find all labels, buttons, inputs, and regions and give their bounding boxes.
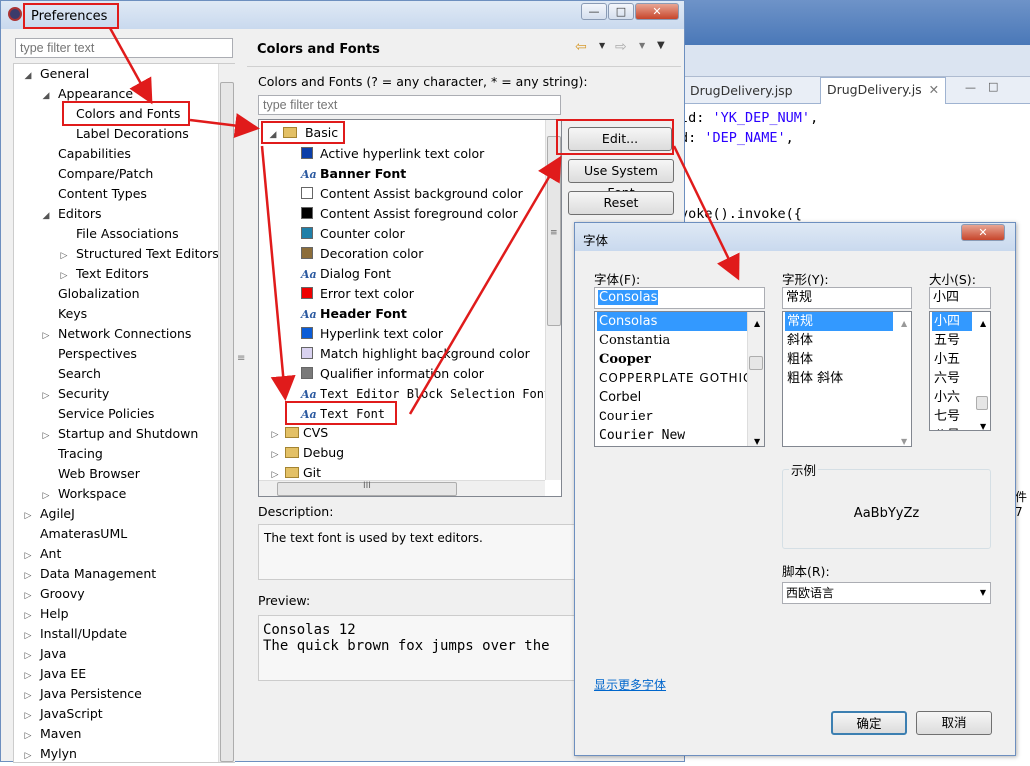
annotation-arrows <box>108 27 740 415</box>
annotation-arrow <box>108 27 153 105</box>
annotation-arrow <box>189 113 260 138</box>
annotation-arrow <box>260 145 296 401</box>
annotation-arrow <box>672 145 740 281</box>
annotation-arrow <box>408 155 562 415</box>
